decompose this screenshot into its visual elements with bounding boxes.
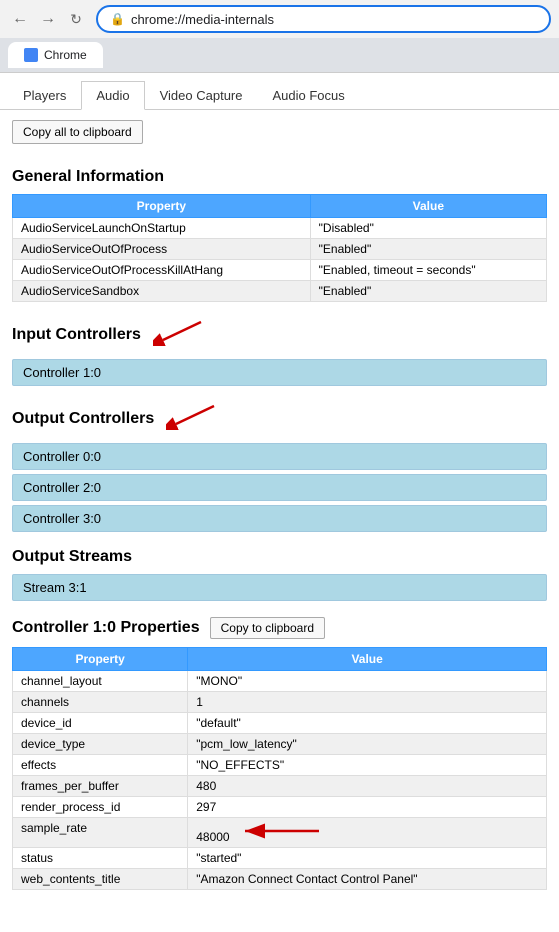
value-cell: 48000 [188, 818, 547, 848]
value-cell: 1 [188, 692, 547, 713]
property-cell: AudioServiceSandbox [13, 281, 311, 302]
stream-item[interactable]: Stream 3:1 [12, 574, 547, 601]
nav-tabs: Players Audio Video Capture Audio Focus [0, 73, 559, 110]
general-information-section: General Information Property Value Audio… [12, 168, 547, 302]
property-cell: channels [13, 692, 188, 713]
table-row: channel_layout "MONO" [13, 671, 547, 692]
lock-icon: 🔒 [110, 12, 125, 26]
address-text: chrome://media-internals [131, 12, 537, 27]
table-row: effects "NO_EFFECTS" [13, 755, 547, 776]
property-cell: effects [13, 755, 188, 776]
value-cell: "started" [188, 848, 547, 869]
tab-audio[interactable]: Audio [81, 81, 144, 110]
property-cell: channel_layout [13, 671, 188, 692]
property-column-header: Property [13, 195, 311, 218]
value-cell: "Enabled, timeout = seconds" [310, 260, 546, 281]
browser-chrome: ← → ↻ 🔒 chrome://media-internals Chrome [0, 0, 559, 73]
output-controllers-arrow [166, 402, 216, 435]
property-cell: frames_per_buffer [13, 776, 188, 797]
tab-audio-focus[interactable]: Audio Focus [257, 81, 359, 109]
value-cell: "Disabled" [310, 218, 546, 239]
output-streams-section: Output Streams Stream 3:1 [12, 548, 547, 601]
reload-button[interactable]: ↻ [64, 7, 88, 31]
table-row: device_type "pcm_low_latency" [13, 734, 547, 755]
table-row: web_contents_title "Amazon Connect Conta… [13, 869, 547, 890]
value-cell: "MONO" [188, 671, 547, 692]
controller-item[interactable]: Controller 0:0 [12, 443, 547, 470]
page-content: Players Audio Video Capture Audio Focus … [0, 73, 559, 916]
controller-properties-section: Controller 1:0 Properties Copy to clipbo… [12, 617, 547, 890]
controller-item[interactable]: Controller 2:0 [12, 474, 547, 501]
property-cell: status [13, 848, 188, 869]
tab-favicon [24, 48, 38, 62]
table-row: status "started" [13, 848, 547, 869]
property-cell: AudioServiceOutOfProcessKillAtHang [13, 260, 311, 281]
output-controllers-section: Output Controllers Controller 0:0 Control… [12, 402, 547, 532]
value-column-header: Value [310, 195, 546, 218]
controller-properties-title: Controller 1:0 Properties [12, 619, 200, 637]
value-cell: "default" [188, 713, 547, 734]
browser-tab[interactable]: Chrome [8, 42, 103, 68]
property-cell: device_id [13, 713, 188, 734]
value-cell: 297 [188, 797, 547, 818]
copy-all-button[interactable]: Copy all to clipboard [12, 120, 143, 144]
value-cell: "NO_EFFECTS" [188, 755, 547, 776]
input-controllers-section: Input Controllers Controller 1:0 [12, 318, 547, 386]
value-cell: "Enabled" [310, 239, 546, 260]
prop-col-header: Property [13, 648, 188, 671]
table-row: AudioServiceSandbox "Enabled" [13, 281, 547, 302]
val-col-header: Value [188, 648, 547, 671]
table-row: sample_rate 48000 [13, 818, 547, 848]
general-information-table: Property Value AudioServiceLaunchOnStart… [12, 194, 547, 302]
property-cell: sample_rate [13, 818, 188, 848]
nav-buttons: ← → ↻ [8, 7, 88, 31]
property-cell: AudioServiceOutOfProcess [13, 239, 311, 260]
property-cell: render_process_id [13, 797, 188, 818]
controller-item[interactable]: Controller 1:0 [12, 359, 547, 386]
input-controllers-arrow [153, 318, 203, 351]
tab-players[interactable]: Players [8, 81, 81, 109]
table-row: frames_per_buffer 480 [13, 776, 547, 797]
value-cell: "Enabled" [310, 281, 546, 302]
table-row: AudioServiceLaunchOnStartup "Disabled" [13, 218, 547, 239]
tab-bar: Chrome [0, 38, 559, 72]
value-cell: 480 [188, 776, 547, 797]
table-row: render_process_id 297 [13, 797, 547, 818]
output-streams-heading: Output Streams [12, 548, 547, 566]
table-row: device_id "default" [13, 713, 547, 734]
tab-video-capture[interactable]: Video Capture [145, 81, 258, 109]
back-button[interactable]: ← [8, 7, 32, 31]
forward-button[interactable]: → [36, 7, 60, 31]
copy-to-clipboard-button[interactable]: Copy to clipboard [210, 617, 325, 639]
content-area: Copy all to clipboard General Informatio… [0, 110, 559, 916]
controller-properties-table: Property Value channel_layout "MONO" cha… [12, 647, 547, 890]
table-row: channels 1 [13, 692, 547, 713]
property-cell: AudioServiceLaunchOnStartup [13, 218, 311, 239]
table-row: AudioServiceOutOfProcessKillAtHang "Enab… [13, 260, 547, 281]
value-cell: "Amazon Connect Contact Control Panel" [188, 869, 547, 890]
general-information-heading: General Information [12, 168, 547, 186]
property-cell: web_contents_title [13, 869, 188, 890]
output-controllers-heading: Output Controllers [12, 402, 547, 435]
address-bar[interactable]: 🔒 chrome://media-internals [96, 5, 551, 33]
controller-item[interactable]: Controller 3:0 [12, 505, 547, 532]
input-controllers-heading: Input Controllers [12, 318, 547, 351]
value-cell: "pcm_low_latency" [188, 734, 547, 755]
titlebar: ← → ↻ 🔒 chrome://media-internals [0, 0, 559, 38]
table-row: AudioServiceOutOfProcess "Enabled" [13, 239, 547, 260]
tab-label: Chrome [44, 48, 87, 62]
property-cell: device_type [13, 734, 188, 755]
controller-properties-header: Controller 1:0 Properties Copy to clipbo… [12, 617, 547, 639]
